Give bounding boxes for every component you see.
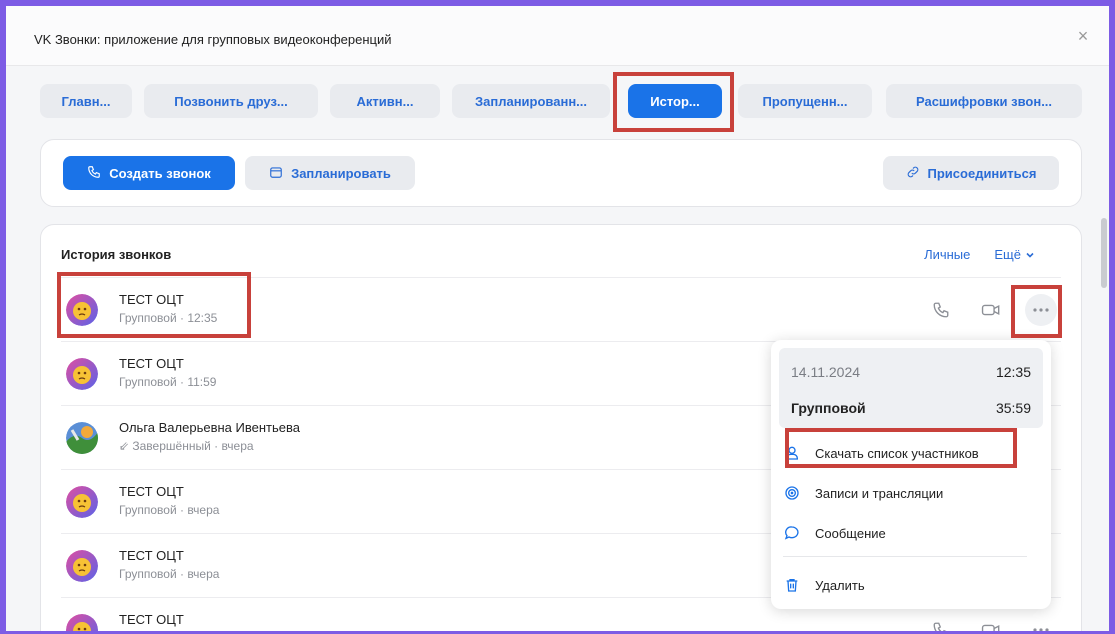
person-icon bbox=[783, 444, 801, 462]
menu-item-recordings[interactable]: Записи и трансляции bbox=[783, 478, 1039, 508]
menu-item-label: Скачать список участников bbox=[815, 445, 979, 461]
chevron-down-icon bbox=[1025, 250, 1035, 260]
menu-item-label: Записи и трансляции bbox=[815, 485, 944, 501]
title-bar: VK Звонки: приложение для групповых виде… bbox=[6, 6, 1109, 66]
call-time: 12:35 bbox=[995, 364, 1031, 380]
link-icon bbox=[906, 165, 920, 182]
tab-transcripts[interactable]: Расшифровки звон... bbox=[886, 84, 1082, 118]
tab-history[interactable]: Истор... bbox=[628, 84, 722, 118]
menu-item-message[interactable]: Сообщение bbox=[783, 518, 1039, 548]
more-options-icon[interactable] bbox=[1025, 614, 1057, 631]
avatar bbox=[66, 294, 98, 326]
tab-call-friends[interactable]: Позвонить друз... bbox=[144, 84, 318, 118]
more-options-icon[interactable] bbox=[1025, 294, 1057, 326]
phone-icon bbox=[87, 165, 101, 182]
tab-bar: Главн... Позвонить друз... Активн... Зап… bbox=[6, 84, 1109, 124]
join-label: Присоединиться bbox=[927, 165, 1037, 181]
trash-icon bbox=[783, 576, 801, 594]
menu-item-label: Сообщение bbox=[815, 525, 886, 541]
phone-icon[interactable] bbox=[925, 614, 957, 631]
close-icon[interactable]: × bbox=[1073, 26, 1093, 46]
history-filters: Личные Ещё bbox=[924, 247, 1035, 262]
call-subtitle: Групповой · 11:59 bbox=[119, 375, 217, 389]
menu-divider bbox=[783, 556, 1027, 557]
call-row[interactable]: ТЕСТ ОЦТ Групповой · 12:35 bbox=[61, 277, 1061, 341]
avatar bbox=[66, 358, 98, 390]
tab-scheduled[interactable]: Запланированн... bbox=[452, 84, 610, 118]
schedule-label: Запланировать bbox=[291, 165, 391, 181]
call-subtitle: Групповой · вчера bbox=[119, 567, 220, 581]
avatar bbox=[66, 614, 98, 631]
tab-missed[interactable]: Пропущенн... bbox=[738, 84, 872, 118]
create-call-button[interactable]: Создать звонок bbox=[63, 156, 235, 190]
actions-card: Создать звонок Запланировать Присоединит… bbox=[40, 139, 1082, 207]
calendar-icon bbox=[269, 165, 283, 182]
join-button[interactable]: Присоединиться bbox=[883, 156, 1059, 190]
menu-item-download-participants[interactable]: Скачать список участников bbox=[783, 438, 1039, 468]
call-context-menu: 14.11.2024 12:35 Групповой 35:59 Скачать… bbox=[771, 340, 1051, 609]
filter-personal-link[interactable]: Личные bbox=[924, 247, 970, 262]
call-subtitle: Групповой · 12:35 bbox=[119, 311, 218, 325]
call-name: ТЕСТ ОЦТ bbox=[119, 292, 184, 307]
call-name: ТЕСТ ОЦТ bbox=[119, 612, 184, 627]
avatar bbox=[66, 550, 98, 582]
video-icon[interactable] bbox=[975, 294, 1007, 326]
menu-item-label: Удалить bbox=[815, 577, 865, 593]
create-call-label: Создать звонок bbox=[109, 165, 211, 181]
avatar bbox=[66, 486, 98, 518]
call-info-panel: 14.11.2024 12:35 Групповой 35:59 bbox=[779, 348, 1043, 428]
schedule-button[interactable]: Запланировать bbox=[245, 156, 415, 190]
phone-icon[interactable] bbox=[925, 294, 957, 326]
history-title: История звонков bbox=[61, 247, 172, 262]
menu-item-delete[interactable]: Удалить bbox=[783, 570, 1039, 600]
row-actions bbox=[921, 614, 1061, 631]
window-title: VK Звонки: приложение для групповых виде… bbox=[34, 32, 392, 47]
call-subtitle: Групповой · вчера bbox=[119, 503, 220, 517]
row-actions bbox=[921, 294, 1061, 326]
more-label: Ещё bbox=[994, 247, 1021, 262]
call-name: ТЕСТ ОЦТ bbox=[119, 356, 184, 371]
video-icon[interactable] bbox=[975, 614, 1007, 631]
call-type: Групповой bbox=[791, 400, 866, 416]
tab-active[interactable]: Активн... bbox=[330, 84, 440, 118]
call-subtitle: ⇙ Завершённый · вчера bbox=[119, 439, 254, 453]
call-name: Ольга Валерьевна Ивентьева bbox=[119, 420, 300, 435]
call-date: 14.11.2024 bbox=[791, 364, 861, 380]
app-window: VK Звонки: приложение для групповых виде… bbox=[6, 6, 1109, 631]
call-name: ТЕСТ ОЦТ bbox=[119, 484, 184, 499]
message-icon bbox=[783, 524, 801, 542]
record-icon bbox=[783, 484, 801, 502]
call-name: ТЕСТ ОЦТ bbox=[119, 548, 184, 563]
call-duration: 35:59 bbox=[995, 400, 1031, 416]
avatar bbox=[66, 422, 98, 454]
tab-main[interactable]: Главн... bbox=[40, 84, 132, 118]
scrollbar[interactable] bbox=[1101, 218, 1107, 288]
more-dropdown[interactable]: Ещё bbox=[994, 247, 1035, 262]
